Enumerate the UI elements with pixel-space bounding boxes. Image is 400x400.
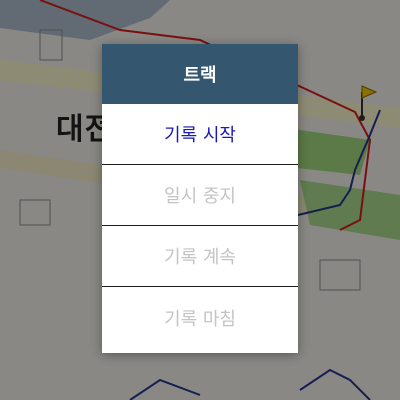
track-dialog: 트랙 기록 시작 일시 중지 기록 계속 기록 마침 (102, 44, 298, 353)
track-menu: 기록 시작 일시 중지 기록 계속 기록 마침 (102, 104, 298, 348)
resume-recording-button: 기록 계속 (102, 226, 298, 287)
dialog-title: 트랙 (102, 44, 298, 104)
finish-recording-button: 기록 마침 (102, 287, 298, 348)
start-recording-button[interactable]: 기록 시작 (102, 104, 298, 165)
map-screen: 대전화가전 트랙 기록 시작 일시 중지 기록 계속 기록 마침 (0, 0, 400, 400)
pause-recording-button: 일시 중지 (102, 165, 298, 226)
